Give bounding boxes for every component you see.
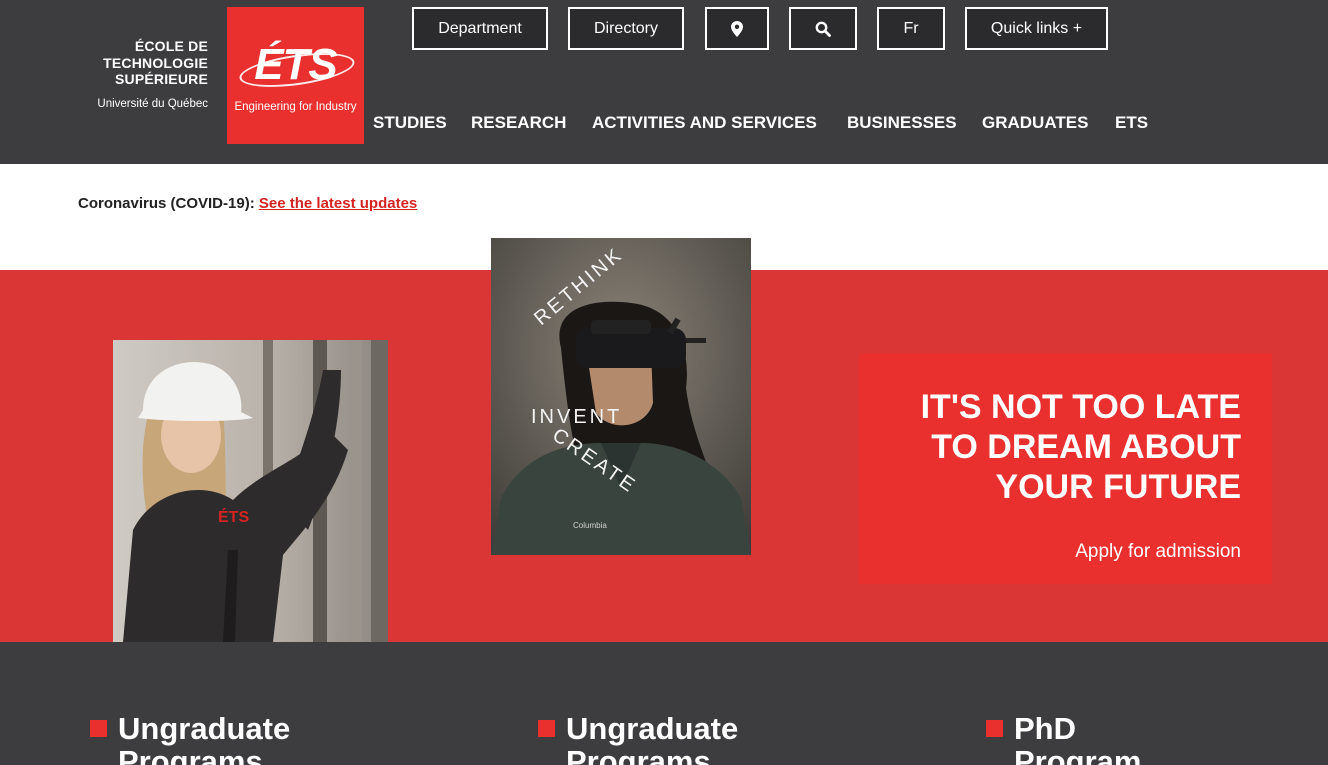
ets-logo[interactable]: ÉTS Engineering for Industry (227, 7, 364, 144)
covid-notice: Coronavirus (COVID-19): See the latest u… (78, 195, 417, 212)
program-subtitle-3: Program (1014, 744, 1142, 765)
nav-ets[interactable]: ETS (1115, 113, 1148, 133)
program-title-2: Ungraduate (566, 711, 739, 746)
worker-photo: ÉTS (113, 340, 388, 642)
nav-activities-and-services[interactable]: ACTIVITIES AND SERVICES (592, 113, 817, 133)
school-name-line-2: TECHNOLOGIE (103, 54, 208, 71)
program-subtitle-1: Programs (118, 744, 263, 765)
department-button[interactable]: Department (412, 7, 548, 50)
logo-tagline: Engineering for Industry (234, 101, 357, 113)
school-name-line-3: SUPÉRIEURE (114, 71, 208, 87)
promo-headline: IT'S NOT TOO LATE TO DREAM ABOUT YOUR FU… (881, 387, 1241, 507)
covid-label: Coronavirus (COVID-19): (78, 195, 255, 212)
promo-headline-line-2: TO DREAM ABOUT (931, 428, 1241, 466)
school-name-line-1: ÉCOLE DE (134, 38, 208, 54)
svg-text:INVENT: INVENT (531, 406, 622, 428)
programs-section: Ungraduate Programs Ungraduate Programs … (0, 642, 1328, 765)
vr-word-invent: INVENT (531, 406, 622, 428)
program-card-3[interactable]: PhD Program (986, 711, 1142, 765)
admission-promo[interactable]: IT'S NOT TOO LATE TO DREAM ABOUT YOUR FU… (859, 353, 1272, 584)
logo-text: ÉTS (254, 40, 338, 89)
worker-jacket-logo: ÉTS (218, 507, 249, 526)
promo-headline-line-3: YOUR FUTURE (995, 468, 1241, 506)
bullet-square-icon (538, 720, 555, 737)
nav-graduates[interactable]: GRADUATES (982, 113, 1088, 133)
vr-headset-photo: Columbia INVENT RETHINK CREATE (491, 238, 751, 555)
program-title-3: PhD (1014, 711, 1076, 746)
map-marker-icon (731, 20, 743, 37)
promo-headline-line-1: IT'S NOT TOO LATE (920, 388, 1241, 426)
university-name: Université du Québec (97, 97, 208, 110)
nav-businesses[interactable]: BUSINESSES (847, 113, 957, 133)
search-button[interactable] (789, 7, 857, 50)
apply-for-admission-link[interactable]: Apply for admission (1075, 541, 1241, 563)
directory-button[interactable]: Directory (568, 7, 684, 50)
program-title-1: Ungraduate (118, 711, 291, 746)
nav-research[interactable]: RESEARCH (471, 113, 566, 133)
program-subtitle-2: Programs (566, 744, 711, 765)
bullet-square-icon (90, 720, 107, 737)
quick-links-button[interactable]: Quick links + (965, 7, 1108, 50)
worker-illustration: ÉTS (113, 340, 388, 642)
covid-updates-link[interactable]: See the latest updates (259, 195, 417, 212)
location-button[interactable] (705, 7, 769, 50)
bullet-square-icon (986, 720, 1003, 737)
school-name[interactable]: ÉCOLE DE TECHNOLOGIE SUPÉRIEURE Universi… (80, 38, 208, 110)
nav-studies[interactable]: STUDIES (373, 113, 447, 133)
svg-text:Columbia: Columbia (573, 521, 607, 530)
search-icon (815, 21, 831, 37)
vr-illustration: Columbia INVENT RETHINK CREATE (491, 238, 751, 555)
language-button[interactable]: Fr (877, 7, 945, 50)
site-header: ÉCOLE DE TECHNOLOGIE SUPÉRIEURE Universi… (0, 0, 1328, 164)
program-card-2[interactable]: Ungraduate Programs (538, 711, 739, 765)
program-card-1[interactable]: Ungraduate Programs (90, 711, 291, 765)
